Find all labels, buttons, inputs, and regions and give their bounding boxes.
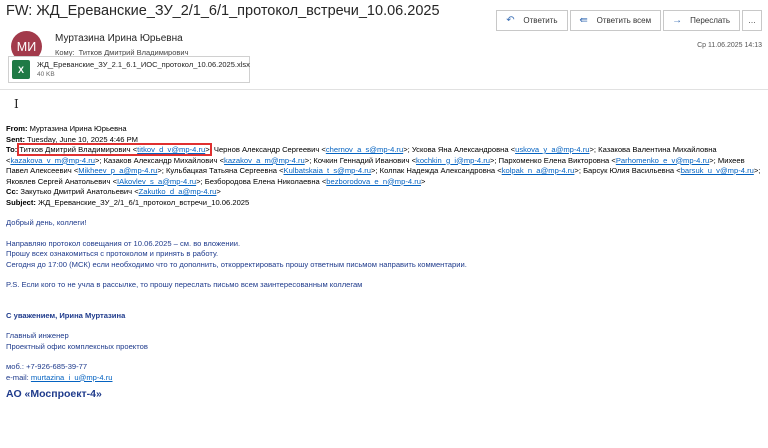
message-header: МИ Муртазина Ирина Юрьевна Кому: Титков Д… [0, 10, 768, 90]
body-line-1: Направляю протокол совещания от 10.06.20… [6, 238, 241, 248]
recipient-email[interactable]: kazakov_a_m@mp-4.ru [224, 156, 305, 165]
recipient-name: Титков Дмитрий Владимирович [19, 145, 131, 154]
fwd-to-line: To: Титков Дмитрий Владимирович <titkov_… [6, 143, 761, 186]
recipient-entry: Колпак Надежда Александровна <kolpak_n_a… [379, 166, 584, 175]
signature-department: Проектный офис комплексных проектов [6, 341, 148, 351]
forward-button[interactable]: → Переслать [663, 10, 740, 31]
recipient-name: Пархоменко Елена Викторовна < [498, 155, 616, 165]
recipient-email[interactable]: barsuk_u_v@mp-4.ru [681, 166, 754, 175]
attachment-card[interactable]: X ЖД_Ереванские_ЗУ_2.1_6.1_ИОС_протокол_… [8, 56, 250, 83]
fwd-sent-line: Sent: Tuesday, June 10, 2025 4:46 PM [6, 135, 764, 146]
reply-all-icon: ⇚ [579, 15, 588, 26]
cc-name: Закутько Дмитрий Анатольевич [20, 187, 133, 196]
recipient-email[interactable]: Parhomenko_e_v@mp-4.ru [616, 156, 709, 165]
recipient-name: Казаков Александр Михайлович < [103, 155, 225, 165]
recipient-email[interactable]: kolpak_n_a@mp-4.ru [502, 166, 575, 175]
highlighted-recipient: Титков Дмитрий Владимирович <titkov_d_v@… [17, 143, 212, 156]
recipient-entry: Ускова Яна Александровна <uskova_y_a@mp-… [411, 145, 599, 154]
recipient-entry: Кочкин Геннадий Иванович <kochkin_g_i@mp… [313, 155, 499, 165]
reply-label: Ответить [523, 16, 558, 25]
recipient-email[interactable]: Kulbatskaia_t_s@mp-4.ru [284, 166, 371, 175]
forward-icon: → [672, 15, 683, 26]
message-body: From: Муртазина Ирина Юрьевна Sent: Tues… [6, 124, 764, 400]
recipient-name: Яковлев Сергей Анатольевич < [6, 176, 118, 186]
greeting: Добрый день, коллеги! [6, 218, 87, 227]
recipient-name: Безбородова Елена Николаевна < [204, 176, 327, 186]
recipient-name: Ускова Яна Александровна < [411, 145, 516, 154]
recipient-entry: Кульбацкая Татьяна Сергеевна <Kulbatskai… [166, 166, 380, 175]
message-subject-title: FW: ЖД_Ереванские_ЗУ_2/1_6/1_протокол_вс… [6, 3, 440, 19]
received-datetime: Ср 11.06.2025 14:13 [697, 42, 762, 49]
text-cursor-icon: I [14, 97, 19, 111]
recipient-email[interactable]: kazakova_v_m@mp-4.ru [10, 156, 95, 165]
recipient-name: Чернов Александр Сергеевич < [213, 145, 326, 154]
attachment-name: ЖД_Ереванские_ЗУ_2.1_6.1_ИОС_протокол_10… [37, 60, 250, 69]
cc-email[interactable]: Zakutko_d_a@mp-4.ru [139, 187, 217, 196]
recipient-name: Кульбацкая Татьяна Сергеевна < [166, 166, 284, 175]
from-label: From: [6, 124, 28, 133]
reply-icon: ↶ [506, 15, 515, 26]
header-divider [0, 89, 768, 90]
recipient-email[interactable]: IAkovlev_s_a@mp-4.ru [117, 177, 196, 186]
body-line-2: Прошу всех ознакомиться с протоколом и п… [6, 249, 219, 258]
recipient-entry: Пархоменко Елена Викторовна <Parhomenko_… [498, 155, 718, 165]
forward-label: Переслать [690, 16, 730, 25]
recipient-email[interactable]: uskova_y_a@mp-4.ru [515, 145, 589, 154]
body-line-3: Сегодня до 17:00 (МСК) если необходимо ч… [6, 259, 467, 269]
signature-regards: С уважением, Ирина Муртазина [6, 310, 126, 320]
recipient-entry: Яковлев Сергей Анатольевич <IAkovlev_s_a… [6, 176, 205, 186]
message-actions: ↶ Ответить ⇚ Ответить всем → Переслать … [496, 10, 762, 31]
fwd-from-line: From: Муртазина Ирина Юрьевна [6, 124, 764, 135]
recipient-email[interactable]: titkov_d_v@mp-4.ru [137, 145, 205, 154]
attachment-size: 40 KB [37, 71, 55, 78]
fwd-cc-line: Cc: Закутько Дмитрий Анатольевич <Zakutk… [6, 187, 221, 196]
cc-label: Cc: [6, 187, 19, 196]
subject-value: ЖД_Ереванские_ЗУ_2/1_6/1_протокол_встреч… [38, 197, 250, 207]
signature-email-line: e-mail: murtazina_i_u@mp-4.ru [6, 373, 764, 384]
fwd-subject-line: Subject: ЖД_Ереванские_ЗУ_2/1_6/1_проток… [6, 198, 764, 209]
recipient-name: Барсук Юлия Васильевна < [583, 166, 681, 175]
signature-position: Главный инженер [6, 331, 69, 340]
more-icon: … [748, 16, 756, 25]
reply-all-button[interactable]: ⇚ Ответить всем [569, 10, 662, 31]
excel-file-icon: X [12, 60, 30, 79]
recipient-entry: Безбородова Елена Николаевна <bezborodov… [204, 176, 426, 186]
recipient-entry: Чернов Александр Сергеевич <chernov_a_s@… [213, 145, 412, 154]
reply-all-label: Ответить всем [596, 16, 652, 25]
postscript: P.S. Если кого то не учла в рассылке, то… [6, 280, 363, 289]
to-fwd-label: To: [6, 145, 18, 154]
signature-company: АО «Моспроект-4» [6, 388, 102, 400]
signature-mobile: моб.: +7-926-685-39-77 [6, 362, 88, 371]
subject-label: Subject: [6, 197, 36, 207]
reply-button[interactable]: ↶ Ответить [496, 10, 568, 31]
recipient-email[interactable]: chernov_a_s@mp-4.ru [326, 145, 403, 154]
recipient-email[interactable]: kochkin_g_i@mp-4.ru [416, 156, 490, 165]
sent-value: Tuesday, June 10, 2025 4:46 PM [26, 134, 138, 144]
more-actions-button[interactable]: … [742, 10, 762, 31]
recipient-entry: Барсук Юлия Васильевна <barsuk_u_v@mp-4.… [583, 166, 761, 175]
recipient-name: Колпак Надежда Александровна < [379, 166, 502, 175]
recipient-name: Кочкин Геннадий Иванович < [313, 155, 417, 165]
sent-label: Sent: [6, 134, 25, 144]
recipient-entry: Казаков Александр Михайлович <kazakov_a_… [103, 155, 314, 165]
from-value: Муртазина Ирина Юрьевна [29, 124, 127, 133]
recipient-email[interactable]: Mikheev_p_a@mp-4.ru [78, 166, 157, 175]
signature-email[interactable]: murtazina_i_u@mp-4.ru [31, 373, 113, 382]
recipient-email[interactable]: bezborodova_e_n@mp-4.ru [326, 177, 421, 186]
sender-name[interactable]: Муртазина Ирина Юрьевна [55, 33, 183, 44]
signature-email-label: e-mail: [6, 372, 29, 382]
